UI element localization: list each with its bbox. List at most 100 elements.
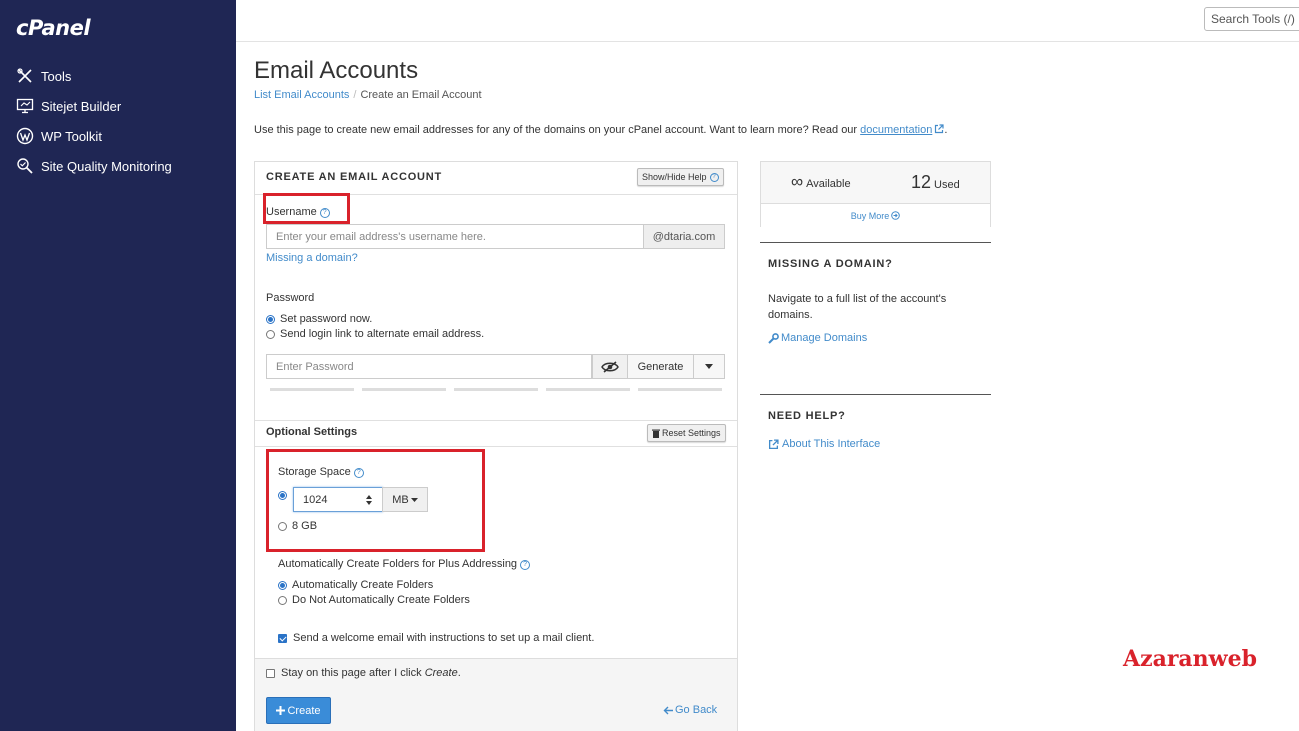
about-interface-label: About This Interface	[782, 438, 881, 450]
watermark: Azaranweb	[1123, 646, 1257, 672]
search-tools-input[interactable]	[1204, 7, 1299, 31]
sitejet-icon	[16, 98, 34, 114]
sidebar-item-wp-toolkit[interactable]: WP Toolkit	[16, 125, 102, 147]
buy-more-label: Buy More	[850, 210, 890, 221]
used-label: Used	[934, 179, 960, 191]
eye-slash-icon	[601, 360, 619, 373]
radio-button[interactable]	[278, 580, 287, 590]
top-header	[236, 0, 1299, 42]
password-strength-segment	[546, 388, 630, 391]
password-strength-segment	[454, 388, 538, 391]
plus-option-label: Automatically Create Folders	[292, 579, 434, 591]
plus-icon	[276, 706, 286, 715]
password-label: Password	[266, 292, 315, 304]
sidebar-item-label: Tools	[41, 68, 72, 84]
used-count: 12	[911, 172, 932, 192]
documentation-link[interactable]: documentation	[860, 124, 944, 136]
create-button[interactable]: Create	[266, 697, 331, 724]
reset-settings-button[interactable]: Reset Settings	[647, 424, 726, 442]
missing-domain-text-2: domains.	[768, 309, 813, 321]
plus-option-auto-create[interactable]: Automatically Create Folders	[278, 579, 433, 591]
trash-icon	[652, 429, 660, 438]
buy-more-link[interactable]: Buy More	[761, 204, 990, 227]
divider	[255, 420, 737, 421]
circle-arrow-right-icon	[891, 211, 901, 220]
manage-domains-link[interactable]: Manage Domains	[768, 332, 867, 344]
username-highlight-box	[263, 193, 350, 224]
panel-heading-title: CREATE AN EMAIL ACCOUNT	[266, 171, 443, 183]
about-interface-link[interactable]: About This Interface	[768, 438, 880, 450]
site-quality-icon	[17, 158, 33, 174]
stay-on-page-option[interactable]: Stay on this page after I click Create.	[266, 667, 461, 679]
missing-domain-link[interactable]: Missing a domain?	[266, 252, 358, 264]
intro-text: Use this page to create new email addres…	[254, 124, 947, 136]
plus-addressing-label: Automatically Create Folders for Plus Ad…	[278, 558, 518, 570]
wrench-icon	[768, 332, 779, 344]
create-button-label: Create	[287, 704, 321, 717]
breadcrumb-separator: /	[353, 89, 357, 101]
sidebar-item-label: Sitejet Builder	[41, 98, 122, 114]
go-back-label: Go Back	[675, 704, 718, 716]
divider	[760, 242, 991, 243]
breadcrumb-list-email-accounts[interactable]: List Email Accounts	[254, 89, 349, 101]
page-title: Email Accounts	[254, 57, 419, 84]
password-option-label: Send login link to alternate email addre…	[280, 328, 485, 340]
password-strength-segment	[270, 388, 354, 391]
wordpress-icon	[16, 127, 34, 145]
breadcrumb-current: Create an Email Account	[360, 89, 482, 101]
plus-addressing-help-icon[interactable]: ?	[520, 560, 531, 570]
available-stat: ∞ Available	[791, 172, 851, 192]
password-input[interactable]	[266, 354, 592, 379]
external-link-icon	[768, 438, 779, 449]
caret-down-icon	[705, 364, 713, 369]
create-email-account-panel: CREATE AN EMAIL ACCOUNT Show/Hide Help ?…	[254, 161, 738, 731]
go-back-link[interactable]: Go Back	[663, 704, 717, 716]
show-hide-help-button[interactable]: Show/Hide Help ?	[637, 168, 724, 186]
manage-domains-label: Manage Domains	[781, 332, 868, 344]
stay-on-page-label: Stay on this page after I click Create.	[281, 667, 461, 679]
breadcrumb: List Email Accounts / Create an Email Acco…	[254, 89, 482, 101]
optional-settings-heading: Optional Settings	[266, 426, 358, 438]
sidebar-item-sitejet[interactable]: Sitejet Builder	[16, 95, 121, 117]
radio-button[interactable]	[278, 595, 287, 605]
available-label: Available	[806, 178, 851, 190]
radio-button[interactable]	[266, 314, 275, 324]
welcome-email-option[interactable]: Send a welcome email with instructions t…	[278, 632, 594, 644]
password-option-send-link[interactable]: Send login link to alternate email addre…	[266, 328, 484, 340]
password-option-label: Set password now.	[280, 313, 373, 325]
plus-option-do-not-create[interactable]: Do Not Automatically Create Folders	[278, 594, 470, 606]
toggle-password-visibility-button[interactable]	[592, 354, 628, 379]
used-stat: 12 Used	[911, 172, 960, 193]
intro-text-body: Use this page to create new email addres…	[254, 124, 858, 136]
external-link-icon	[935, 124, 944, 134]
divider	[760, 394, 991, 395]
welcome-email-checkbox[interactable]	[278, 633, 287, 643]
arrow-left-icon	[663, 706, 673, 714]
stay-on-page-suffix: .	[457, 667, 461, 679]
email-usage-stats: ∞ Available 12 Used Buy More	[760, 161, 991, 227]
sidebar-item-tools[interactable]: Tools	[16, 65, 71, 87]
password-option-set-now[interactable]: Set password now.	[266, 313, 372, 325]
question-icon: ?	[709, 172, 719, 182]
username-input[interactable]	[266, 224, 644, 249]
generate-options-dropdown[interactable]	[693, 354, 725, 379]
stay-on-page-checkbox[interactable]	[266, 668, 275, 678]
sidebar-item-label: Site Quality Monitoring	[41, 158, 172, 174]
generate-password-button[interactable]: Generate	[627, 354, 694, 379]
intro-end: .	[944, 124, 948, 136]
missing-domain-heading: MISSING A DOMAIN?	[768, 258, 893, 270]
show-hide-help-label: Show/Hide Help	[642, 172, 707, 182]
cpanel-logo[interactable]: cPanel	[16, 16, 91, 40]
password-strength-segment	[638, 388, 722, 391]
need-help-heading: NEED HELP?	[768, 410, 846, 422]
sidebar-item-label: WP Toolkit	[41, 128, 102, 144]
domain-suffix[interactable]: @dtaria.com	[643, 224, 725, 249]
plus-addressing-label-row: Automatically Create Folders for Plus Ad…	[278, 558, 531, 570]
stay-on-page-prefix: Stay on this page after I click	[281, 667, 425, 679]
password-strength-segment	[362, 388, 446, 391]
sidebar-item-site-quality[interactable]: Site Quality Monitoring	[16, 155, 172, 177]
documentation-link-label: documentation	[860, 124, 933, 136]
reset-settings-label: Reset Settings	[662, 428, 721, 438]
storage-highlight-box	[266, 449, 485, 552]
radio-button[interactable]	[266, 329, 275, 339]
